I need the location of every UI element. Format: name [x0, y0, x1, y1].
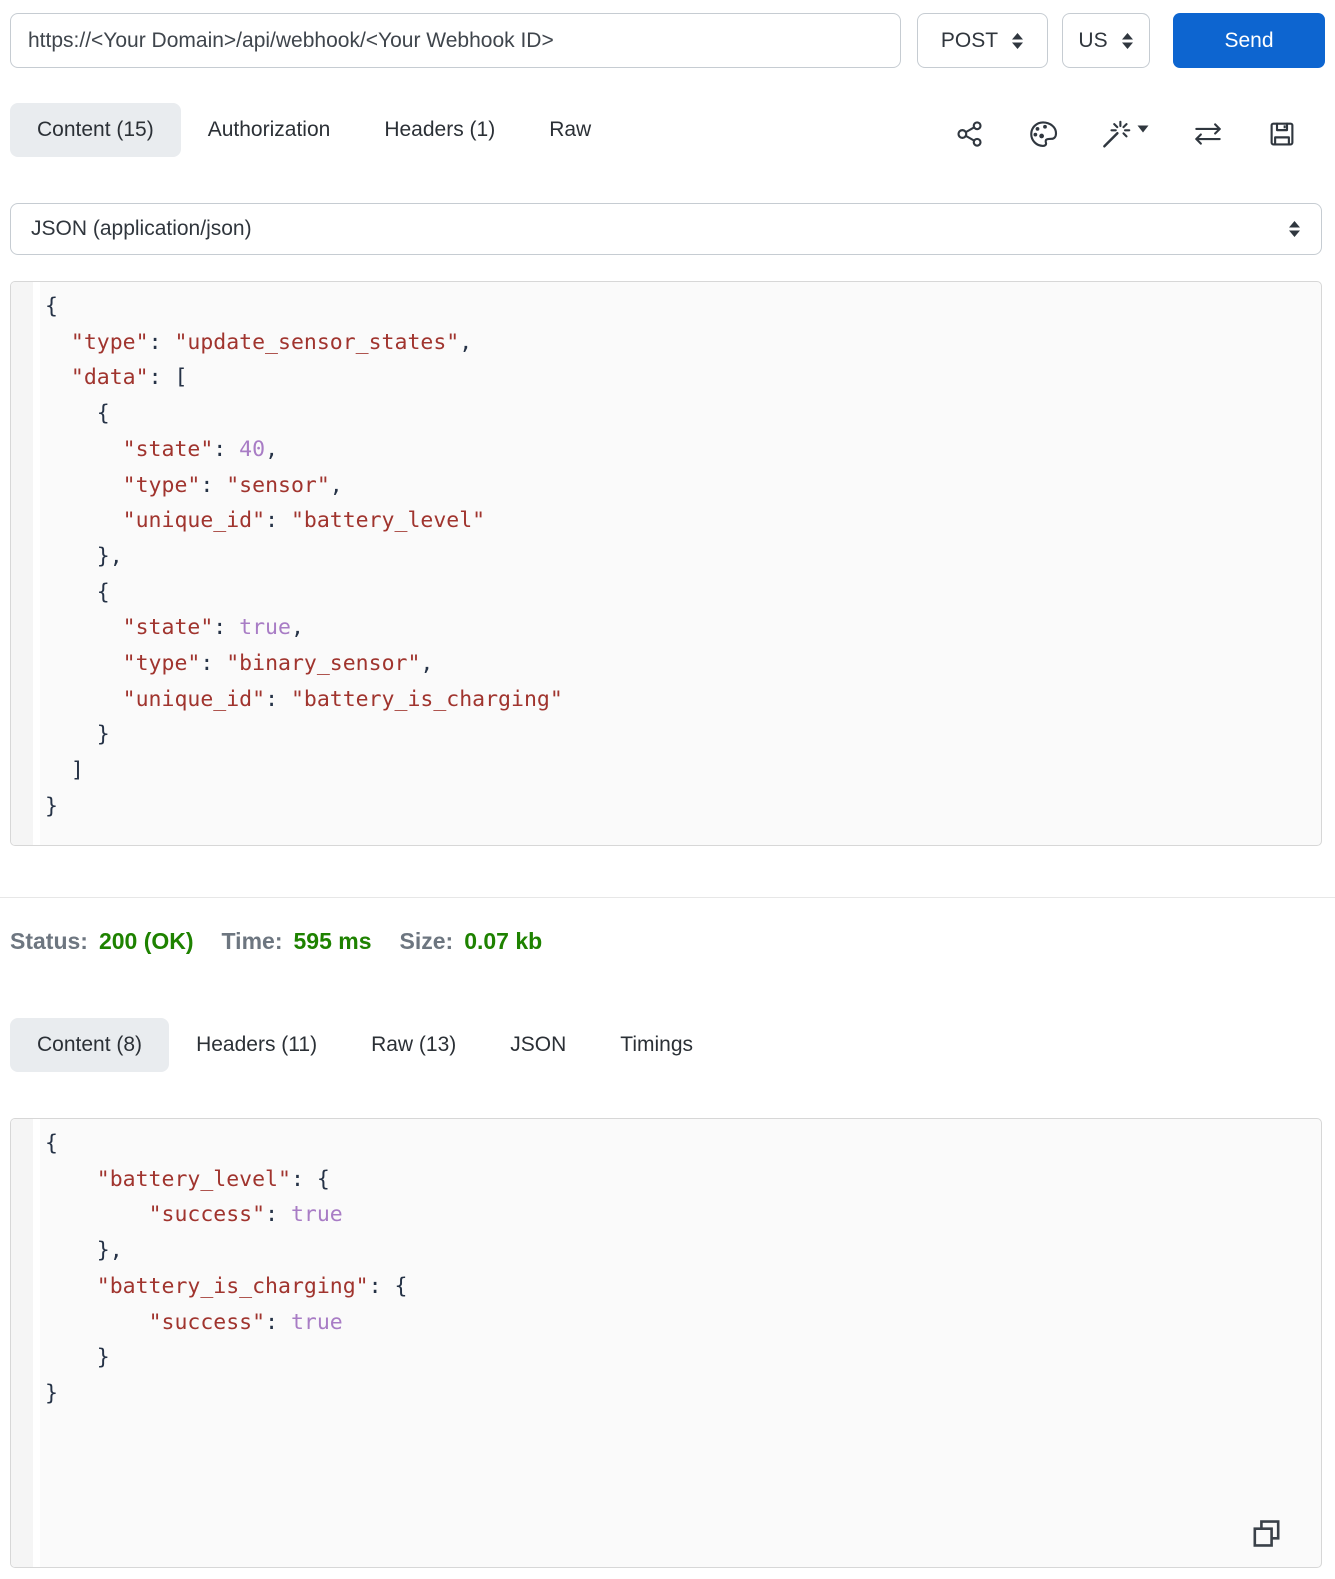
- code-line: {: [45, 294, 58, 319]
- time-label: Time:: [221, 928, 283, 954]
- tab-request-headers[interactable]: Headers (1): [357, 103, 522, 157]
- api-tester-app: POST US Send Content (15) Authorization …: [0, 0, 1335, 1579]
- divider: [0, 897, 1335, 898]
- url-input[interactable]: [10, 13, 901, 68]
- updown-arrows-icon: [1012, 32, 1024, 49]
- body-type-select[interactable]: JSON (application/json): [10, 203, 1322, 255]
- response-body-viewer: { "battery_level": { "success": true }, …: [10, 1118, 1322, 1568]
- status-label: Status:: [10, 928, 88, 954]
- code-line: {: [45, 1131, 58, 1156]
- code-line: "success": true: [148, 1309, 343, 1335]
- response-tabs: Content (8) Headers (11) Raw (13) JSON T…: [10, 1018, 720, 1072]
- swap-icon[interactable]: [1192, 121, 1224, 147]
- code-line: "unique_id": "battery_is_charging": [122, 686, 563, 712]
- tab-request-raw[interactable]: Raw: [522, 103, 618, 157]
- toolbar: [955, 119, 1297, 149]
- code-line: "battery_is_charging": {: [96, 1273, 408, 1299]
- tab-response-content[interactable]: Content (8): [10, 1018, 170, 1072]
- code-line: {: [45, 579, 110, 605]
- share-icon[interactable]: [955, 119, 985, 149]
- code-line: "data": [: [70, 365, 188, 391]
- code-line: }: [45, 722, 110, 748]
- method-select[interactable]: POST: [917, 13, 1048, 68]
- size-label: Size:: [399, 928, 454, 954]
- code-line: {: [45, 401, 110, 427]
- code-line: },: [45, 1238, 123, 1264]
- tab-response-raw[interactable]: Raw (13): [344, 1018, 483, 1072]
- request-tabs: Content (15) Authorization Headers (1) R…: [10, 103, 618, 157]
- method-select-value: POST: [940, 28, 999, 52]
- code-line: },: [45, 543, 123, 569]
- send-button[interactable]: Send: [1173, 13, 1325, 68]
- magic-wand-dropdown-icon[interactable]: [1101, 119, 1149, 149]
- tab-response-headers[interactable]: Headers (11): [169, 1018, 344, 1072]
- copy-icon[interactable]: [1250, 1517, 1283, 1555]
- tab-response-timings[interactable]: Timings: [593, 1018, 720, 1072]
- code-line: "type": "update_sensor_states",: [70, 329, 473, 355]
- size-value: 0.07 kb: [464, 928, 543, 954]
- tab-authorization[interactable]: Authorization: [181, 103, 358, 157]
- code-line: "state": 40,: [122, 436, 279, 462]
- region-select[interactable]: US: [1062, 13, 1150, 68]
- palette-icon[interactable]: [1028, 119, 1058, 149]
- request-body-code[interactable]: { "type": "update_sensor_states", "data"…: [45, 289, 563, 825]
- response-body-code: { "battery_level": { "success": true }, …: [45, 1126, 407, 1412]
- body-type-select-value: JSON (application/json): [31, 217, 252, 240]
- code-line: "success": true: [148, 1202, 343, 1228]
- code-line: }: [45, 793, 58, 819]
- updown-arrows-icon: [1289, 221, 1300, 237]
- status-value: 200 (OK): [98, 928, 194, 954]
- code-line: "type": "binary_sensor",: [122, 651, 434, 677]
- code-line: }: [45, 1345, 110, 1371]
- code-line: "state": true,: [122, 615, 304, 641]
- caret-down-icon: [1137, 125, 1149, 133]
- code-line: }: [45, 1380, 58, 1406]
- save-icon[interactable]: [1267, 119, 1297, 149]
- time-value: 595 ms: [293, 928, 372, 954]
- viewer-gutter: [11, 1119, 40, 1567]
- region-select-value: US: [1078, 28, 1108, 52]
- code-line: "type": "sensor",: [122, 472, 343, 498]
- code-line: ]: [45, 758, 84, 784]
- tab-response-json[interactable]: JSON: [483, 1018, 593, 1072]
- request-body-editor[interactable]: { "type": "update_sensor_states", "data"…: [10, 281, 1322, 846]
- tab-request-content[interactable]: Content (15): [10, 103, 181, 157]
- code-line: "unique_id": "battery_level": [122, 508, 486, 534]
- updown-arrows-icon: [1121, 32, 1133, 49]
- editor-gutter: [11, 282, 40, 845]
- code-line: "battery_level": {: [96, 1166, 330, 1192]
- response-status-row: Status: 200 (OK) Time: 595 ms Size: 0.07…: [10, 928, 570, 955]
